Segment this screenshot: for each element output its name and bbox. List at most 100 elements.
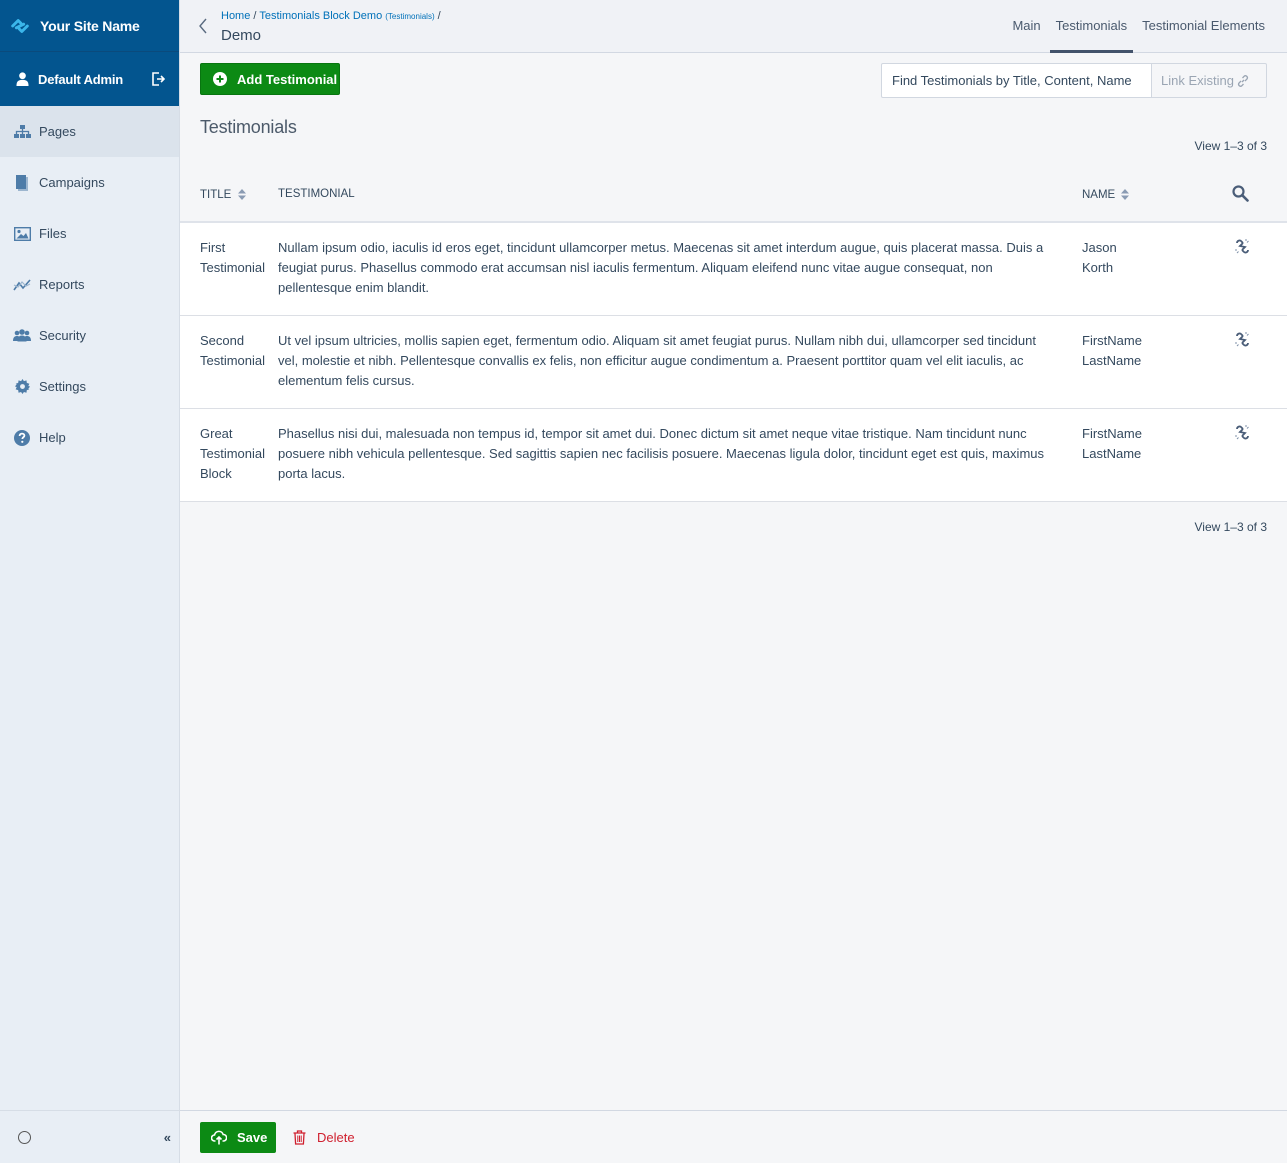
breadcrumb-parent-type: (Testimonials): [385, 12, 435, 21]
breadcrumb-home[interactable]: Home: [221, 10, 250, 22]
link-existing-button[interactable]: Link Existing: [1152, 63, 1267, 98]
pagination-count-top: View 1–3 of 3: [1194, 139, 1268, 153]
column-header-name[interactable]: NAME: [1082, 169, 1222, 223]
main-content: Add Testimonial Link Existing Testimonia…: [180, 53, 1287, 1110]
search-input[interactable]: [881, 63, 1152, 98]
link-icon: [1237, 74, 1249, 87]
cell-actions: [1222, 222, 1287, 316]
cell-name: Jason Korth: [1082, 222, 1222, 316]
sort-icon: [237, 189, 246, 201]
cell-title: First Testimonial: [180, 222, 278, 316]
sidebar-item-label: Settings: [39, 379, 86, 394]
site-name: Your Site Name: [40, 17, 140, 34]
unlink-icon[interactable]: [1234, 331, 1251, 348]
sidebar-item-label: Security: [39, 328, 86, 343]
cell-name: FirstName LastName: [1082, 315, 1222, 409]
sidebar-item-settings[interactable]: Settings: [0, 361, 179, 412]
question-circle-icon: [13, 429, 31, 446]
cell-testimonial: Ut vel ipsum ultricies, mollis sapien eg…: [278, 315, 1082, 409]
column-name-label: NAME: [1082, 189, 1116, 201]
name-first: FirstName: [1082, 332, 1142, 348]
image-icon: [13, 226, 31, 242]
save-button[interactable]: Save: [200, 1122, 276, 1153]
name-last: LastName: [1082, 352, 1142, 368]
back-chevron-icon[interactable]: [197, 17, 209, 35]
gear-icon: [13, 379, 31, 395]
user-name[interactable]: Default Admin: [38, 72, 151, 87]
column-header-search: [1222, 169, 1287, 223]
tab-bar: Main Testimonials Testimonial Elements: [1003, 0, 1271, 53]
collapse-sidebar-button[interactable]: «: [164, 1130, 171, 1145]
section-title: Testimonials: [200, 117, 297, 137]
pagination-count-bottom: View 1–3 of 3: [1194, 520, 1268, 534]
unlink-icon[interactable]: [1234, 238, 1251, 255]
name-first: FirstName: [1082, 425, 1142, 441]
save-label: Save: [237, 1130, 268, 1145]
trash-icon: [293, 1130, 306, 1145]
cloud-upload-icon: [211, 1130, 227, 1145]
sidebar-item-help[interactable]: Help: [0, 412, 179, 463]
delete-label: Delete: [317, 1130, 355, 1145]
sidebar-item-label: Campaigns: [39, 175, 105, 190]
brand[interactable]: Your Site Name: [0, 0, 179, 52]
tab-testimonial-elements[interactable]: Testimonial Elements: [1136, 0, 1271, 53]
search-group: Link Existing: [881, 63, 1267, 98]
cell-title: Great Testimonial Block: [180, 408, 278, 502]
add-testimonial-label: Add Testimonial: [237, 71, 338, 87]
users-icon: [13, 328, 31, 344]
sidebar-item-label: Help: [39, 430, 66, 445]
logout-icon[interactable]: [151, 72, 165, 86]
name-last: LastName: [1082, 445, 1142, 461]
cell-testimonial: Nullam ipsum odio, iaculis id eros eget,…: [278, 222, 1082, 316]
site-logo-icon: [11, 18, 29, 33]
name-first: Jason: [1082, 240, 1117, 255]
cell-name: FirstName LastName: [1082, 408, 1222, 502]
campaigns-icon: [13, 174, 31, 191]
sidebar-footer: «: [0, 1110, 179, 1163]
link-existing-label: Link Existing: [1161, 73, 1234, 88]
breadcrumb-trailing: /: [434, 10, 441, 22]
cell-title: Second Testimonial: [180, 315, 278, 409]
breadcrumb-parent[interactable]: Testimonials Block Demo: [259, 10, 382, 22]
tab-testimonials[interactable]: Testimonials: [1049, 0, 1134, 53]
table-row[interactable]: Second Testimonial Ut vel ipsum ultricie…: [180, 315, 1287, 409]
cell-testimonial: Phasellus nisi dui, malesuada non tempus…: [278, 408, 1082, 502]
sidebar-item-label: Reports: [39, 277, 85, 292]
sort-icon: [1121, 189, 1130, 201]
column-header-title[interactable]: TITLE: [180, 169, 278, 223]
table-header-row: TITLE TESTIMONIAL NAME: [180, 169, 1287, 223]
sitemap-icon: [13, 124, 31, 140]
table-row[interactable]: Great Testimonial Block Phasellus nisi d…: [180, 408, 1287, 502]
sidebar: Your Site Name Default Admin Pages Campa…: [0, 0, 180, 1163]
action-footer: Save Delete: [180, 1110, 1287, 1163]
cell-actions: [1222, 408, 1287, 502]
add-testimonial-button[interactable]: Add Testimonial: [200, 63, 340, 95]
table-row[interactable]: First Testimonial Nullam ipsum odio, iac…: [180, 222, 1287, 316]
sidebar-item-files[interactable]: Files: [0, 208, 179, 259]
breadcrumb-separator: /: [250, 10, 260, 22]
sidebar-nav: Pages Campaigns Files Reports Security S…: [0, 106, 179, 463]
unlink-icon[interactable]: [1234, 424, 1251, 441]
search-icon[interactable]: [1232, 185, 1249, 202]
sidebar-item-reports[interactable]: Reports: [0, 259, 179, 310]
sidebar-item-pages[interactable]: Pages: [0, 106, 179, 157]
sidebar-item-label: Pages: [39, 124, 76, 139]
column-header-testimonial: TESTIMONIAL: [278, 169, 1082, 223]
name-last: Korth: [1082, 260, 1114, 275]
delete-button[interactable]: Delete: [293, 1122, 355, 1153]
sidebar-item-label: Files: [39, 226, 67, 241]
page-header: Home / Testimonials Block Demo (Testimon…: [180, 0, 1287, 53]
status-circle-icon[interactable]: [18, 1130, 31, 1144]
cell-actions: [1222, 315, 1287, 409]
chart-line-icon: [13, 277, 31, 293]
plus-circle-icon: [213, 72, 227, 86]
page-title: Demo: [221, 27, 262, 44]
tab-main[interactable]: Main: [1006, 0, 1046, 53]
sidebar-item-campaigns[interactable]: Campaigns: [0, 157, 179, 208]
testimonials-table: TITLE TESTIMONIAL NAME First Testimonial…: [180, 169, 1287, 502]
breadcrumb: Home / Testimonials Block Demo (Testimon…: [221, 10, 441, 22]
user-panel: Default Admin: [0, 52, 179, 106]
user-icon: [16, 72, 29, 86]
sidebar-item-security[interactable]: Security: [0, 310, 179, 361]
column-title-label: TITLE: [200, 189, 232, 201]
